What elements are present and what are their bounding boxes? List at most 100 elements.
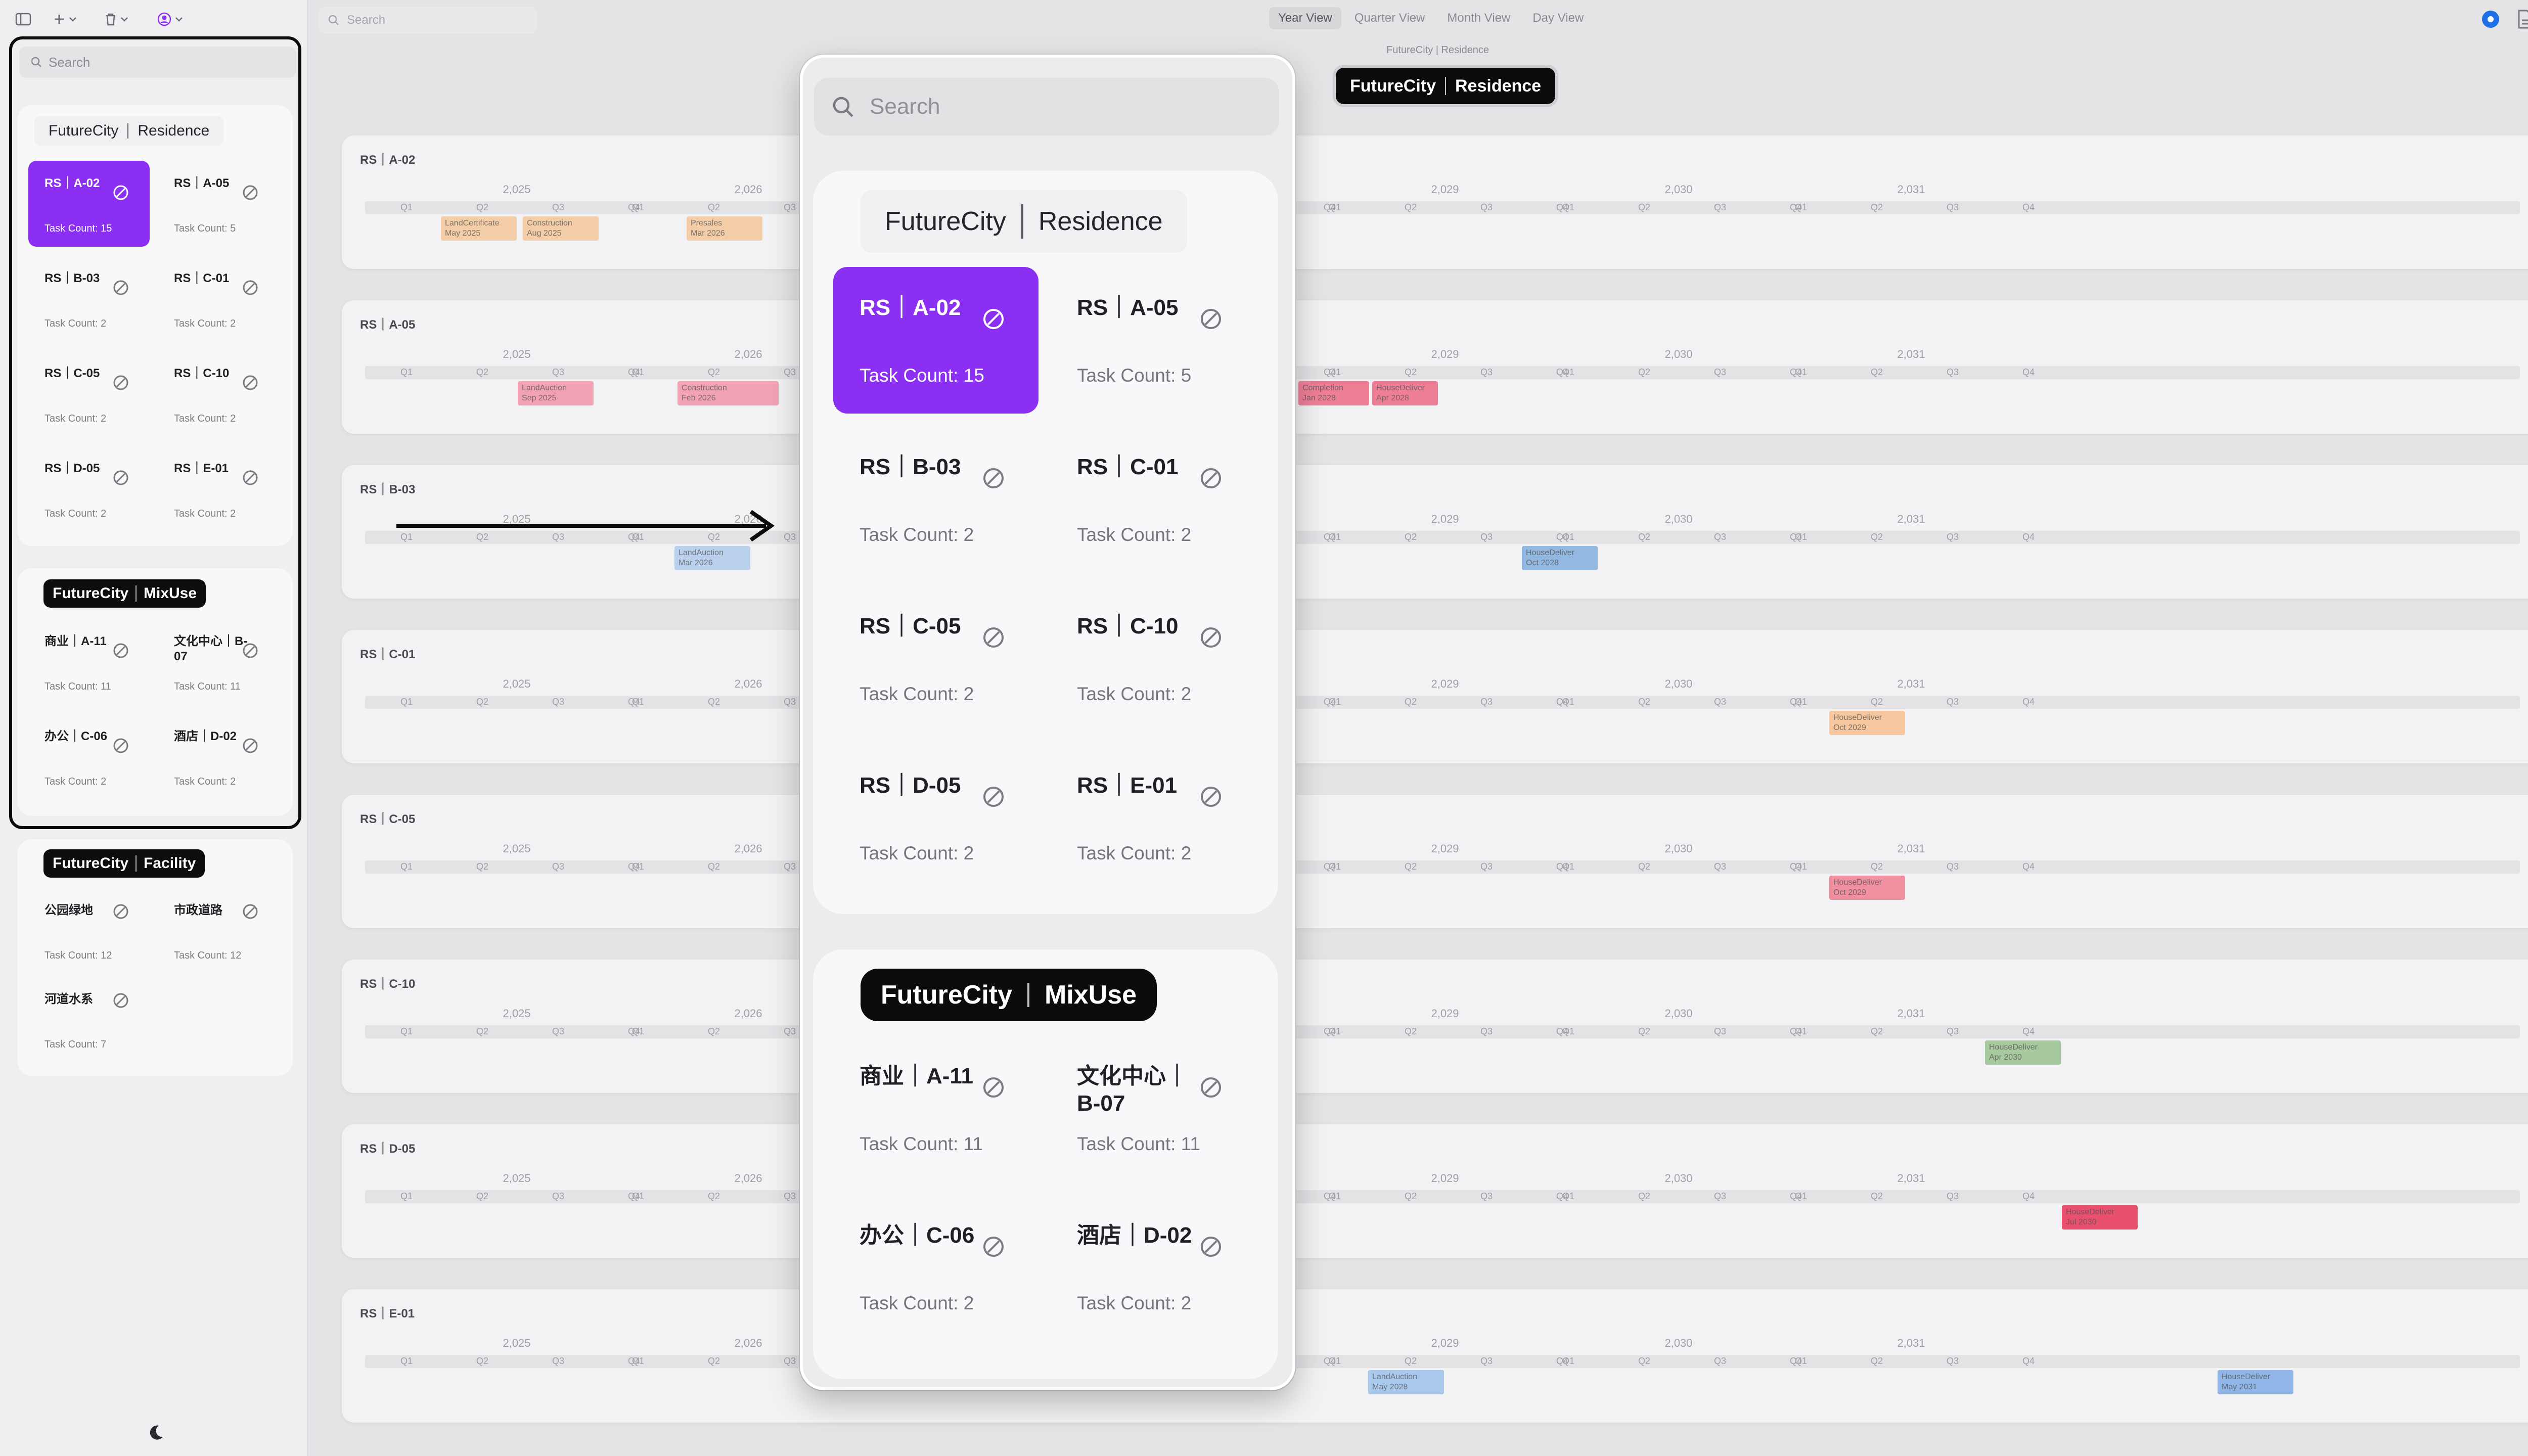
slash-circle-icon[interactable] (982, 1076, 1005, 1099)
slash-circle-icon[interactable] (1199, 785, 1223, 808)
quarter-label: Q2 (708, 202, 720, 212)
slash-circle-icon[interactable] (242, 903, 259, 920)
slash-circle-icon[interactable] (112, 992, 129, 1009)
year-label: 2,031 (1897, 183, 1925, 196)
slash-circle-icon[interactable] (982, 307, 1005, 331)
task-bar[interactable]: Completion Jan 2028 (1298, 381, 1369, 405)
quarter-label: Q1 (1795, 861, 1808, 872)
project-name: 商业｜A-11 (860, 1064, 973, 1088)
slash-circle-icon[interactable] (982, 785, 1005, 808)
task-bar-label: LandAuction May 2028 (1372, 1373, 1417, 1391)
quarter-label: Q2 (1405, 1026, 1417, 1036)
year-label: 2,031 (1897, 1337, 1925, 1349)
tab-month-view[interactable]: Month View (1438, 7, 1519, 29)
zoom-project-item-rs-c01[interactable]: RS｜C-01 Task Count: 2 (1051, 426, 1256, 573)
quarter-label: Q3 (1947, 532, 1959, 542)
zoom-project-item-d02[interactable]: 酒店｜D-02 Task Count: 2 (1051, 1195, 1256, 1341)
zoom-group-title-mixuse[interactable]: FutureCity MixUse (861, 969, 1157, 1021)
timeline-row-title: RS｜E-01 (360, 1307, 415, 1321)
task-bar[interactable]: HouseDeliver Oct 2029 (1829, 711, 1905, 735)
tab-quarter-view[interactable]: Quarter View (1345, 7, 1434, 29)
search-placeholder: Search (347, 13, 386, 27)
zoom-project-item-b07[interactable]: 文化中心｜B-07 Task Count: 11 (1051, 1035, 1256, 1182)
project-name: RS｜B-03 (860, 454, 961, 479)
quarter-label: Q1 (1795, 1026, 1808, 1036)
task-bar[interactable]: LandCertificate May 2025 (441, 216, 517, 241)
project-item-river[interactable]: 河道水系 Task Count: 7 (28, 977, 150, 1063)
slash-circle-icon[interactable] (112, 903, 129, 920)
slash-circle-icon[interactable] (1199, 467, 1223, 490)
slash-circle-icon[interactable] (1199, 1235, 1223, 1258)
add-button[interactable] (53, 9, 77, 29)
zoom-project-item-c06[interactable]: 办公｜C-06 Task Count: 2 (833, 1195, 1039, 1341)
blue-dot-icon[interactable] (2480, 9, 2501, 29)
task-bar[interactable]: HouseDeliver Oct 2028 (1522, 546, 1598, 570)
task-bar[interactable]: LandAuction May 2028 (1368, 1370, 1444, 1394)
quarter-label: Q3 (1714, 367, 1727, 377)
task-bar[interactable]: HouseDeliver Apr 2028 (1372, 381, 1438, 405)
timeline-row[interactable]: RS｜C-102,0252,0262,0272,0282,0292,0302,0… (342, 960, 2528, 1093)
quarter-label: Q2 (476, 697, 489, 707)
timeline-row[interactable]: RS｜C-012,0252,0262,0272,0282,0292,0302,0… (342, 630, 2528, 763)
zoom-group-title-residence[interactable]: FutureCity Residence (861, 190, 1187, 253)
project-item-park[interactable]: 公园绿地 Task Count: 12 (28, 888, 150, 974)
quarter-label: Q3 (552, 202, 565, 212)
quarter-label: Q2 (1405, 861, 1417, 872)
slash-circle-icon[interactable] (982, 467, 1005, 490)
task-bar[interactable]: Presales Mar 2026 (687, 216, 762, 241)
timeline-row[interactable]: RS｜E-012,0252,0262,0272,0282,0292,0302,0… (342, 1289, 2528, 1423)
quarter-label: Q3 (1714, 1191, 1727, 1201)
zoom-project-item-rs-e01[interactable]: RS｜E-01 Task Count: 2 (1051, 745, 1256, 891)
task-bar[interactable]: LandAuction Sep 2025 (518, 381, 594, 405)
timeline-row[interactable]: RS｜A-022,0252,0262,0272,0282,0292,0302,0… (342, 135, 2528, 269)
moon-icon[interactable] (147, 1424, 165, 1442)
timeline-row[interactable]: RS｜A-052,0252,0262,0272,0282,0292,0302,0… (342, 300, 2528, 434)
zoom-project-item-rs-a05[interactable]: RS｜A-05 Task Count: 5 (1051, 267, 1256, 414)
task-bar[interactable]: HouseDeliver May 2031 (2218, 1370, 2293, 1394)
timeline-group-pill[interactable]: FutureCity Residence (1336, 68, 1556, 104)
group-title-prefix: FutureCity (881, 980, 1012, 1010)
slash-circle-icon[interactable] (982, 626, 1005, 649)
timeline-search-input[interactable]: Search (319, 7, 537, 33)
account-button[interactable] (157, 9, 183, 29)
zoom-project-item-rs-b03[interactable]: RS｜B-03 Task Count: 2 (833, 426, 1039, 573)
tab-day-view[interactable]: Day View (1523, 7, 1593, 29)
timeline-row[interactable]: RS｜C-052,0252,0262,0272,0282,0292,0302,0… (342, 795, 2528, 928)
task-bar[interactable]: HouseDeliver Jul 2030 (2062, 1205, 2138, 1230)
quarter-label: Q3 (784, 697, 796, 707)
task-count: Task Count: 11 (1077, 1133, 1201, 1154)
group-title-facility[interactable]: FutureCity Facility (43, 849, 205, 878)
year-label: 2,029 (1431, 513, 1459, 525)
quarter-label: Q3 (552, 1026, 565, 1036)
zoom-project-item-rs-d05[interactable]: RS｜D-05 Task Count: 2 (833, 745, 1039, 891)
zoom-search-input[interactable]: Search (814, 78, 1279, 135)
task-bar[interactable]: LandAuction Mar 2026 (674, 546, 750, 570)
chevron-down-icon (175, 17, 183, 22)
slash-circle-icon[interactable] (1199, 307, 1223, 331)
year-label: 2,031 (1897, 1007, 1925, 1020)
slash-circle-icon[interactable] (1199, 626, 1223, 649)
project-item-road[interactable]: 市政道路 Task Count: 12 (158, 888, 279, 974)
sidebar-toggle-button[interactable] (15, 9, 31, 29)
delete-button[interactable] (104, 9, 128, 29)
tab-year-view[interactable]: Year View (1269, 7, 1341, 29)
task-bar[interactable]: HouseDeliver Apr 2030 (1985, 1040, 2061, 1065)
zoom-project-item-rs-c05[interactable]: RS｜C-05 Task Count: 2 (833, 585, 1039, 732)
task-bar[interactable]: Construction Aug 2025 (523, 216, 599, 241)
slash-circle-icon[interactable] (982, 1235, 1005, 1258)
task-bar-label: LandCertificate May 2025 (445, 219, 500, 238)
task-bar[interactable]: Construction Feb 2026 (678, 381, 779, 405)
quarter-label: Q1 (400, 367, 413, 377)
zoom-project-item-a11[interactable]: 商业｜A-11 Task Count: 11 (833, 1035, 1039, 1182)
quarter-label: Q2 (708, 1026, 720, 1036)
zoom-project-item-rs-c10[interactable]: RS｜C-10 Task Count: 2 (1051, 585, 1256, 732)
slash-circle-icon[interactable] (1199, 1076, 1223, 1099)
quarter-label: Q3 (552, 861, 565, 872)
zoom-project-item-rs-a02[interactable]: RS｜A-02 Task Count: 15 (833, 267, 1039, 414)
task-bar[interactable]: HouseDeliver Oct 2029 (1829, 876, 1905, 900)
quarter-label: Q2 (708, 861, 720, 872)
quarter-label: Q1 (1795, 697, 1808, 707)
timeline-row[interactable]: RS｜D-052,0252,0262,0272,0282,0292,0302,0… (342, 1124, 2528, 1258)
document-icon[interactable] (2517, 9, 2528, 29)
task-bar-date: May 2025 (445, 229, 481, 238)
